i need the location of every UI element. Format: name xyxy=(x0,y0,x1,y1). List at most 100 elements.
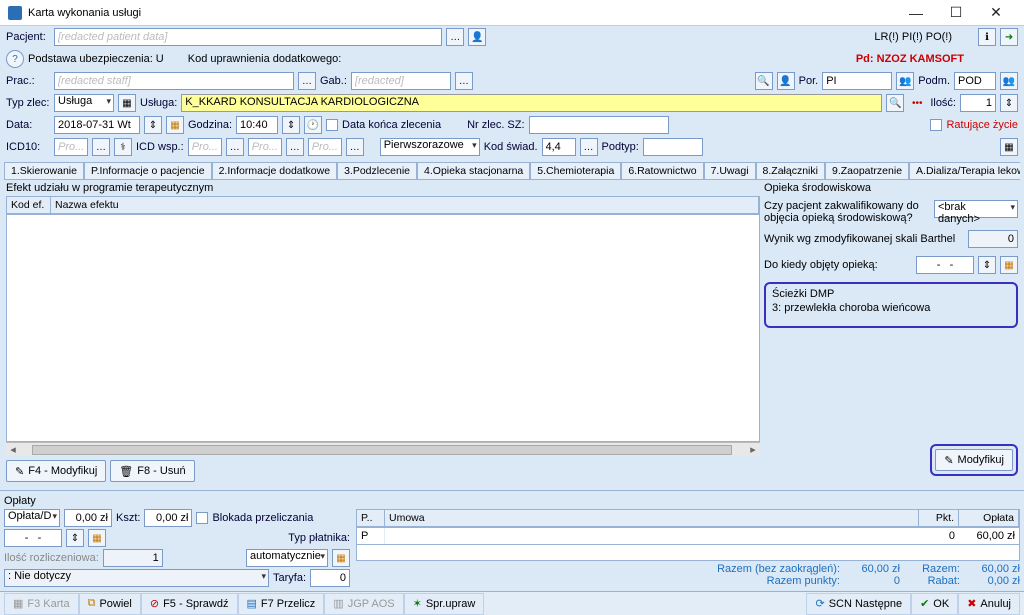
f3-karta-button[interactable]: ▦ F3 Karta xyxy=(4,593,79,615)
icd10-lookup1[interactable]: … xyxy=(92,138,110,156)
calendar-icon[interactable]: ▦ xyxy=(166,116,184,134)
taryfa-icon[interactable]: ▦ xyxy=(332,549,350,567)
oplata-d-combo[interactable]: Opłata/D xyxy=(4,509,60,527)
spr-upraw-button[interactable]: ✶ Spr.upraw xyxy=(404,593,485,615)
podm-field[interactable] xyxy=(954,72,996,90)
taryfa-field[interactable] xyxy=(310,569,350,587)
effect-grid-body[interactable] xyxy=(6,214,760,442)
jgp-button[interactable]: ▥ JGP AOS xyxy=(324,593,403,615)
arrow-icon[interactable]: ➜ xyxy=(1000,28,1018,46)
minimize-button[interactable]: — xyxy=(896,1,936,25)
icd-wsp-lookup3[interactable]: … xyxy=(346,138,364,156)
f4-modyfikuj-button[interactable]: ✎ F4 - Modyfikuj xyxy=(6,460,106,482)
do-kiedy-spinner[interactable]: ⇕ xyxy=(978,256,996,274)
kszt-field[interactable] xyxy=(144,509,192,527)
f7-przelicz-button[interactable]: ▤ F7 Przelicz xyxy=(238,593,325,615)
umowa-col-oplata[interactable]: Opłata xyxy=(959,510,1019,526)
tab-zalaczniki[interactable]: 8.Załączniki xyxy=(756,162,825,179)
tab-ratownictwo[interactable]: 6.Ratownictwo xyxy=(621,162,703,179)
powiel-button[interactable]: ⧉ Powiel xyxy=(79,593,141,615)
user-icon[interactable]: 👤 xyxy=(777,72,795,90)
icd-wsp-lookup1[interactable]: … xyxy=(226,138,244,156)
nie-dotyczy-combo[interactable]: : Nie dotyczy xyxy=(4,569,269,587)
icd-extra-icon[interactable]: ▦ xyxy=(1000,138,1018,156)
podm-icon[interactable]: 👥 xyxy=(1000,72,1018,90)
icd-wsp-1[interactable] xyxy=(188,138,222,156)
prac-field[interactable] xyxy=(54,72,294,90)
gab-lookup-button[interactable]: … xyxy=(455,72,473,90)
podtyp-field[interactable] xyxy=(643,138,703,156)
ok-button[interactable]: ✔ OK xyxy=(911,593,958,615)
por-field[interactable] xyxy=(822,72,892,90)
usluga-dots-icon[interactable]: ••• xyxy=(908,94,926,112)
godzina-spinner[interactable]: ⇕ xyxy=(282,116,300,134)
info-icon[interactable]: ℹ xyxy=(978,28,996,46)
tab-uwagi[interactable]: 7.Uwagi xyxy=(704,162,756,179)
kod-swiad-lookup[interactable]: … xyxy=(580,138,598,156)
tab-dializa[interactable]: A.Dializa/Terapia lekowa xyxy=(909,162,1020,179)
kod-upraw-label: Kod uprawnienia dodatkowego: xyxy=(188,53,342,65)
date-blank-spinner[interactable]: ⇕ xyxy=(66,529,84,547)
nrzlec-field[interactable] xyxy=(529,116,669,134)
razem-bez-val: 60,00 zł xyxy=(840,563,900,575)
pierwszorazowe-combo[interactable]: Pierwszorazowe xyxy=(380,138,480,156)
q1-combo[interactable]: <brak danych> xyxy=(934,200,1018,218)
typ-zlec-icon[interactable]: ▦ xyxy=(118,94,136,112)
umowa-col-umowa[interactable]: Umowa xyxy=(385,510,919,526)
effect-grid-scrollbar[interactable]: ◂▸ xyxy=(6,442,760,456)
icd-wsp-3[interactable] xyxy=(308,138,342,156)
do-kiedy-field[interactable] xyxy=(916,256,974,274)
tab-skierowanie[interactable]: 1.Skierowanie xyxy=(4,162,84,179)
modyfikuj-button[interactable]: ✎ Modyfikuj xyxy=(935,449,1013,471)
icd-wsp-lookup2[interactable]: … xyxy=(286,138,304,156)
f8-usun-button[interactable]: 🗑 F8 - Usuń xyxy=(110,460,194,482)
ilosc-field[interactable] xyxy=(960,94,996,112)
ilosc-spinner[interactable]: ⇕ xyxy=(1000,94,1018,112)
typ-platnika-combo[interactable]: automatycznie xyxy=(246,549,328,567)
kod-swiad-field[interactable] xyxy=(542,138,576,156)
usluga-field[interactable]: K_KKARD KONSULTACJA KARDIOLOGICZNA xyxy=(181,94,882,112)
col-kod-ef[interactable]: Kod ef. xyxy=(7,197,51,213)
date-blank-calendar-icon[interactable]: ▦ xyxy=(88,529,106,547)
tab-info-pacjent[interactable]: P.Informacje o pacjencie xyxy=(84,162,212,179)
umowa-row[interactable]: P 0 60,00 zł xyxy=(356,527,1020,545)
tab-podzlecenie[interactable]: 3.Podzlecenie xyxy=(337,162,417,179)
ilosc-rozl-field[interactable] xyxy=(103,549,163,567)
pacjent-field[interactable] xyxy=(54,28,442,46)
clock-icon[interactable]: 🕐 xyxy=(304,116,322,134)
pacjent-lookup-button[interactable]: … xyxy=(446,28,464,46)
icd-wsp-2[interactable] xyxy=(248,138,282,156)
data-field[interactable] xyxy=(54,116,140,134)
usluga-search-icon[interactable]: 🔍 xyxy=(886,94,904,112)
umowa-col-pkt[interactable]: Pkt. xyxy=(919,510,959,526)
ratujace-checkbox[interactable] xyxy=(930,119,942,131)
umowa-col-p[interactable]: P.. xyxy=(357,510,385,526)
gab-field[interactable] xyxy=(351,72,451,90)
prac-lookup-button[interactable]: … xyxy=(298,72,316,90)
icd-icon[interactable]: ⚕ xyxy=(114,138,132,156)
scn-nastepne-button[interactable]: ⟳ SCN Następne xyxy=(806,593,911,615)
do-kiedy-calendar-icon[interactable]: ▦ xyxy=(1000,256,1018,274)
icd10-field1[interactable] xyxy=(54,138,88,156)
blokada-checkbox[interactable] xyxy=(196,512,208,524)
data-konca-checkbox[interactable] xyxy=(326,119,338,131)
close-button[interactable]: ✕ xyxy=(976,1,1016,25)
data-spinner[interactable]: ⇕ xyxy=(144,116,162,134)
tab-chemioterapia[interactable]: 5.Chemioterapia xyxy=(530,162,621,179)
typ-zlec-combo[interactable]: Usługa xyxy=(54,94,114,112)
tab-info-dodatkowe[interactable]: 2.Informacje dodatkowe xyxy=(212,162,337,179)
help-icon[interactable]: ? xyxy=(6,50,24,68)
f5-sprawdz-button[interactable]: ⊘ F5 - Sprawdź xyxy=(141,593,238,615)
barthel-field[interactable] xyxy=(968,230,1018,248)
godzina-field[interactable] xyxy=(236,116,278,134)
date-blank-field[interactable] xyxy=(4,529,62,547)
maximize-button[interactable]: ☐ xyxy=(936,1,976,25)
col-nazwa-efektu[interactable]: Nazwa efektu xyxy=(51,197,759,213)
por-icon[interactable]: 👥 xyxy=(896,72,914,90)
pacjent-user-icon[interactable]: 👤 xyxy=(468,28,486,46)
tab-opieka-stacjonarna[interactable]: 4.Opieka stacjonarna xyxy=(417,162,530,179)
oplata-d-field[interactable] xyxy=(64,509,112,527)
search-icon[interactable]: 🔍 xyxy=(755,72,773,90)
tab-zaopatrzenie[interactable]: 9.Zaopatrzenie xyxy=(825,162,909,179)
anuluj-button[interactable]: ✖ Anuluj xyxy=(958,593,1020,615)
